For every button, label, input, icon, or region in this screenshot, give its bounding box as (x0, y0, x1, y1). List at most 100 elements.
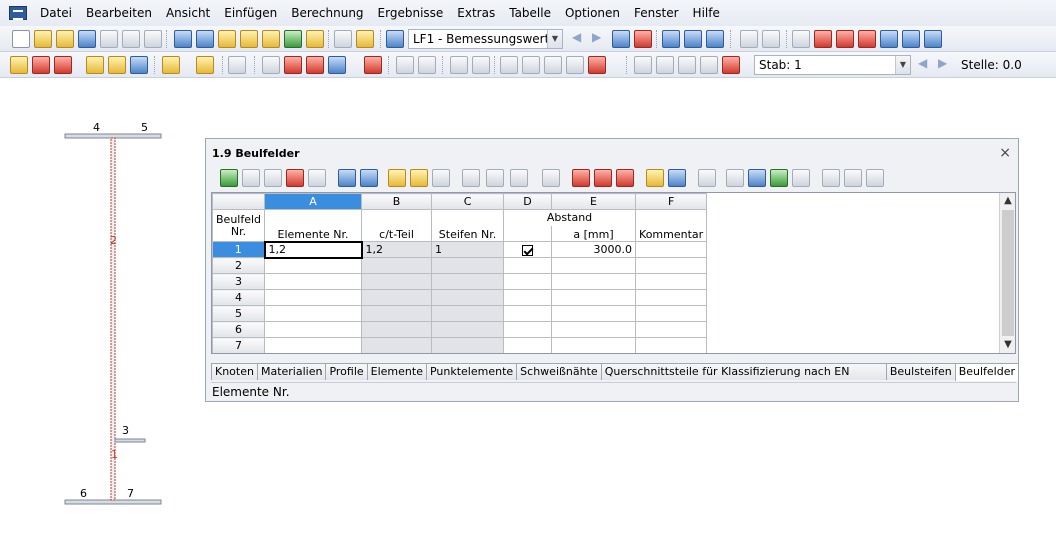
circle-cross-icon[interactable] (814, 30, 832, 48)
row-number[interactable]: 1 (212, 241, 266, 258)
pencil-icon[interactable] (634, 56, 652, 74)
scroll-down-arrow-icon[interactable]: ▼ (1000, 337, 1015, 353)
cell-a-mm[interactable] (551, 273, 637, 290)
mesh-icon[interactable] (262, 56, 280, 74)
previous-arrow-icon[interactable]: ◀ (918, 56, 927, 70)
tab-punktelemente[interactable]: Punktelemente (425, 363, 518, 380)
print-report-icon[interactable] (144, 30, 162, 48)
row-number[interactable]: 3 (212, 273, 266, 290)
chevron-down-icon[interactable]: ▼ (547, 30, 562, 48)
table-icon[interactable] (334, 30, 352, 48)
zoom-in-icon[interactable] (284, 56, 302, 74)
table-print-icon[interactable] (726, 169, 744, 187)
grid-icon[interactable] (740, 30, 758, 48)
row-number[interactable]: 7 (212, 337, 266, 353)
filter-icon[interactable] (462, 169, 480, 187)
target-icon[interactable] (262, 30, 280, 48)
menu-tabelle[interactable]: Tabelle (502, 0, 558, 26)
cell-abstand-checkbox[interactable] (503, 273, 553, 290)
menu-ansicht[interactable]: Ansicht (159, 0, 217, 26)
menu-hilfe[interactable]: Hilfe (686, 0, 727, 26)
next-arrow-icon[interactable]: ▶ (592, 30, 601, 44)
import-left-icon[interactable] (338, 169, 356, 187)
calculator-icon[interactable] (792, 169, 810, 187)
cell-a-mm[interactable] (551, 321, 637, 338)
previous-arrow-icon[interactable]: ◀ (572, 30, 581, 44)
cell-steifen[interactable] (431, 337, 505, 353)
menu-optionen[interactable]: Optionen (558, 0, 627, 26)
scroll-thumb[interactable] (1002, 210, 1014, 336)
dimension-icon[interactable] (792, 30, 810, 48)
document-icon[interactable] (678, 56, 696, 74)
cell-elemente[interactable] (264, 257, 363, 274)
print-graphic-icon[interactable] (122, 30, 140, 48)
cell-kommentar[interactable] (635, 241, 708, 258)
cell-abstand-checkbox[interactable] (503, 257, 553, 274)
filter-2-icon[interactable] (486, 169, 504, 187)
find-icon[interactable] (240, 30, 258, 48)
cell-ct[interactable] (361, 289, 433, 306)
sigma-x-icon[interactable] (500, 56, 518, 74)
arrow-2-icon[interactable] (108, 56, 126, 74)
ratio-icon[interactable] (566, 56, 584, 74)
delete-row-icon[interactable] (286, 169, 304, 187)
cell-elemente[interactable] (264, 289, 363, 306)
column-header-a[interactable]: A (264, 193, 363, 210)
load-icon[interactable] (162, 56, 180, 74)
chevron-down-icon[interactable]: ▼ (895, 56, 910, 74)
fx-icon[interactable] (844, 169, 862, 187)
close-red-x-icon[interactable] (858, 30, 876, 48)
cell-abstand-checkbox[interactable] (503, 321, 553, 338)
sigma-icon[interactable] (880, 30, 898, 48)
row-number[interactable]: 2 (212, 257, 266, 274)
cell-a-mm[interactable] (551, 289, 637, 306)
refresh-icon[interactable] (432, 169, 450, 187)
cell-kommentar[interactable] (635, 305, 708, 322)
menu-datei[interactable]: Datei (33, 0, 79, 26)
notes-icon[interactable] (698, 169, 716, 187)
element-icon[interactable] (32, 56, 50, 74)
tab-beulsteifen[interactable]: Beulsteifen (885, 363, 956, 380)
move-left-icon[interactable] (594, 169, 612, 187)
table-view-icon[interactable] (668, 169, 686, 187)
cell-a-mm[interactable] (551, 257, 637, 274)
cell-elemente[interactable] (264, 337, 363, 353)
bracket-icon[interactable] (228, 56, 246, 74)
row-number[interactable]: 4 (212, 289, 266, 306)
column-header-e[interactable]: E (551, 193, 637, 210)
cell-steifen[interactable]: 1 (431, 241, 505, 258)
export-right-icon[interactable] (360, 169, 378, 187)
gamma-pl-icon[interactable] (588, 56, 606, 74)
tables-toggle-icon[interactable] (356, 30, 374, 48)
cell-steifen[interactable] (431, 273, 505, 290)
comment-icon[interactable] (284, 30, 302, 48)
checkbox[interactable] (522, 244, 534, 256)
cell-steifen[interactable] (431, 321, 505, 338)
undo-icon[interactable] (174, 30, 192, 48)
section-icon[interactable] (684, 30, 702, 48)
cell-ct[interactable]: 1,2 (361, 241, 433, 258)
cell-ct[interactable] (361, 273, 433, 290)
menu-ergebnisse[interactable]: Ergebnisse (371, 0, 451, 26)
tab-elemente[interactable]: Elemente (366, 363, 427, 380)
cell-ct[interactable] (361, 337, 433, 353)
frame-icon[interactable] (700, 56, 718, 74)
cell-ct[interactable] (361, 305, 433, 322)
abc-icon[interactable] (822, 169, 840, 187)
cell-a-mm[interactable] (551, 305, 637, 322)
section-2-icon[interactable] (706, 30, 724, 48)
row-number[interactable]: 6 (212, 321, 266, 338)
tab-querschnittsteile-f-r-klassifizierung-nach-en-1993-1[interactable]: Querschnittsteile für Klassifizierung na… (600, 363, 887, 394)
triangle-icon[interactable] (836, 30, 854, 48)
table-colors-icon[interactable] (646, 169, 664, 187)
menu-berechnung[interactable]: Berechnung (284, 0, 370, 26)
cell-abstand-checkbox[interactable] (503, 337, 553, 353)
cell-abstand-checkbox[interactable] (503, 241, 553, 258)
cell-ct[interactable] (361, 321, 433, 338)
sv-icon[interactable] (418, 56, 436, 74)
view-icon[interactable] (328, 56, 346, 74)
loadcase-combo[interactable]: LF1 - Bemessungswerte ▼ (408, 29, 563, 49)
circle-icon[interactable] (656, 56, 674, 74)
cell-kommentar[interactable] (635, 257, 708, 274)
delete-x-icon[interactable] (722, 56, 740, 74)
